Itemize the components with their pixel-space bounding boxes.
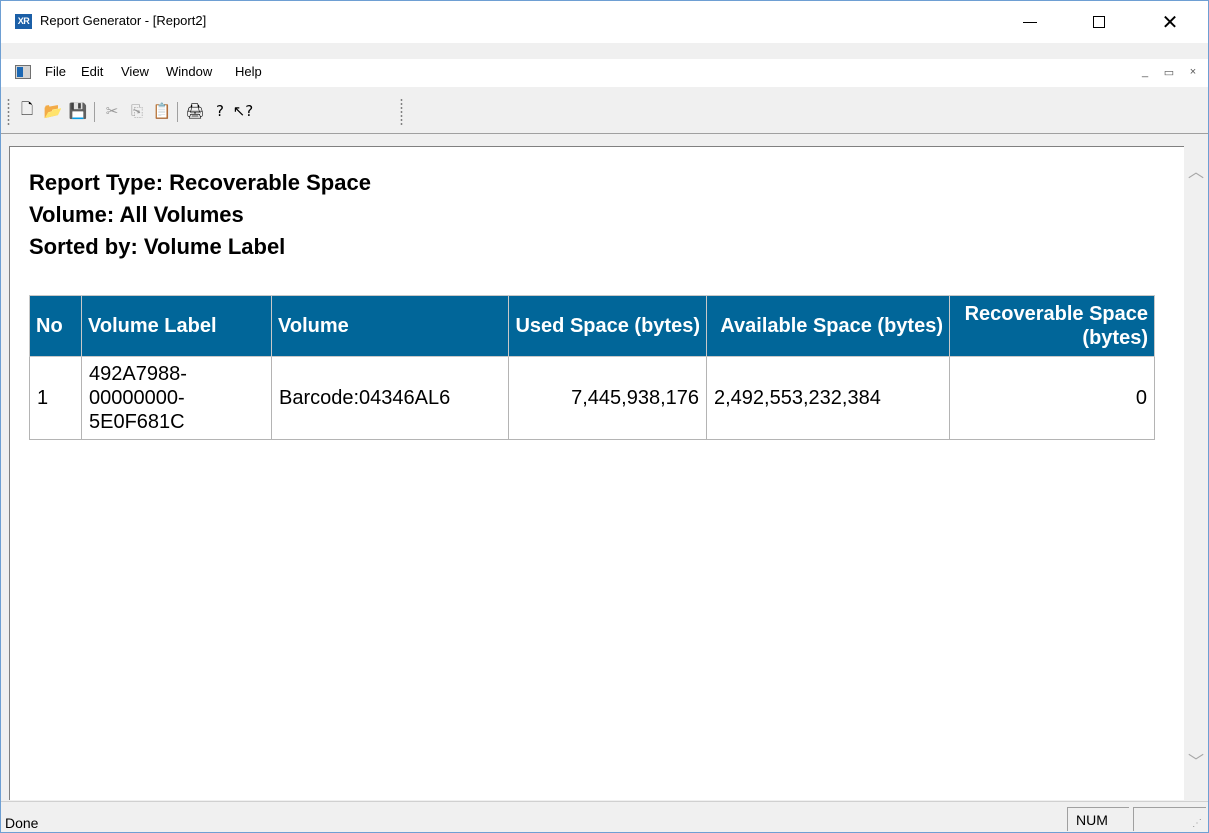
menu-edit[interactable]: Edit bbox=[81, 64, 103, 79]
new-document-icon[interactable]: 🗋 bbox=[17, 100, 37, 121]
cell-recoverable-space: 0 bbox=[949, 356, 1155, 440]
menu-file[interactable]: File bbox=[45, 64, 66, 79]
maximize-icon bbox=[1093, 16, 1105, 28]
table-row: 1 492A7988- 00000000- 5E0F681C Barcode:0… bbox=[29, 356, 1155, 440]
cut-icon[interactable]: ✂ bbox=[102, 101, 122, 121]
menu-help[interactable]: Help bbox=[235, 64, 262, 79]
open-folder-icon[interactable]: 📂 bbox=[43, 101, 63, 121]
window-title: Report Generator - [Report2] bbox=[40, 13, 207, 28]
title-bar[interactable]: XR Report Generator - [Report2] ✕ bbox=[1, 1, 1208, 43]
save-icon[interactable]: 💾 bbox=[68, 101, 88, 121]
menu-bar: File Edit View Window Help _ ▭ × bbox=[1, 59, 1208, 87]
report-volume-line: Volume: All Volumes bbox=[29, 202, 244, 227]
vertical-scrollbar[interactable]: ︿ ﹀ bbox=[1184, 146, 1208, 800]
help-icon[interactable]: ? bbox=[210, 101, 230, 121]
col-header-available-space: Available Space (bytes) bbox=[706, 295, 950, 357]
minimize-button[interactable] bbox=[1007, 1, 1053, 43]
toolbar-end-grip[interactable] bbox=[400, 98, 403, 126]
copy-icon[interactable]: ⎘ bbox=[127, 101, 147, 121]
toolbar-separator bbox=[94, 102, 95, 122]
status-bar: Done NUM ⋰ bbox=[1, 801, 1208, 832]
standard-toolbar: 🗋 📂 💾 ✂ ⎘ 📋 🖨 ? ↖? bbox=[5, 92, 410, 128]
report-header: Report Type: Recoverable Space Volume: A… bbox=[29, 167, 371, 263]
mdi-close-button[interactable]: × bbox=[1184, 66, 1202, 79]
menu-window[interactable]: Window bbox=[166, 64, 212, 79]
context-help-icon[interactable]: ↖? bbox=[233, 101, 254, 121]
status-text: Done bbox=[5, 815, 39, 831]
recoverable-space-table: No Volume Label Volume Used Space (bytes… bbox=[29, 295, 1155, 440]
resize-grip-icon[interactable]: ⋰ bbox=[1192, 818, 1202, 829]
app-icon[interactable]: XR bbox=[15, 14, 32, 29]
cell-available-space: 2,492,553,232,384 bbox=[706, 356, 950, 440]
print-icon[interactable]: 🖨 bbox=[185, 101, 205, 121]
col-header-recoverable-space: Recoverable Space (bytes) bbox=[949, 295, 1155, 357]
col-header-volume: Volume bbox=[271, 295, 509, 357]
scroll-down-icon[interactable]: ﹀ bbox=[1188, 754, 1204, 770]
report-generator-window: XR Report Generator - [Report2] ✕ File E… bbox=[0, 0, 1209, 833]
close-icon: ✕ bbox=[1161, 10, 1179, 34]
mdi-restore-button[interactable]: ▭ bbox=[1160, 66, 1178, 79]
cell-volume: Barcode:04346AL6 bbox=[271, 356, 509, 440]
maximize-button[interactable] bbox=[1076, 1, 1122, 43]
status-empty-pane: ⋰ bbox=[1133, 807, 1206, 831]
col-header-volume-label: Volume Label bbox=[81, 295, 272, 357]
col-header-used-space: Used Space (bytes) bbox=[508, 295, 707, 357]
paste-icon[interactable]: 📋 bbox=[152, 101, 172, 121]
toolbar: 🗋 📂 💾 ✂ ⎘ 📋 🖨 ? ↖? bbox=[1, 88, 1208, 134]
scroll-up-icon[interactable]: ︿ bbox=[1188, 164, 1204, 180]
mdi-minimize-button[interactable]: _ bbox=[1136, 66, 1154, 79]
table-header-row: No Volume Label Volume Used Space (bytes… bbox=[29, 295, 1155, 357]
num-lock-pane: NUM bbox=[1067, 807, 1129, 831]
cell-used-space: 7,445,938,176 bbox=[508, 356, 707, 440]
report-sorted-line: Sorted by: Volume Label bbox=[29, 234, 286, 259]
toolbar-grip[interactable] bbox=[7, 98, 10, 126]
close-button[interactable]: ✕ bbox=[1147, 1, 1193, 43]
col-header-no: No bbox=[29, 295, 82, 357]
menu-view[interactable]: View bbox=[121, 64, 149, 79]
cell-volume-label: 492A7988- 00000000- 5E0F681C bbox=[81, 356, 272, 440]
mdi-controls: _ ▭ × bbox=[1136, 66, 1202, 79]
minimize-icon bbox=[1023, 21, 1037, 23]
num-lock-indicator: NUM bbox=[1076, 812, 1108, 828]
cell-no: 1 bbox=[29, 356, 82, 440]
report-view[interactable]: Report Type: Recoverable Space Volume: A… bbox=[9, 146, 1184, 800]
document-system-menu-icon[interactable] bbox=[15, 65, 31, 79]
report-type-line: Report Type: Recoverable Space bbox=[29, 170, 371, 195]
toolbar-separator bbox=[177, 102, 178, 122]
